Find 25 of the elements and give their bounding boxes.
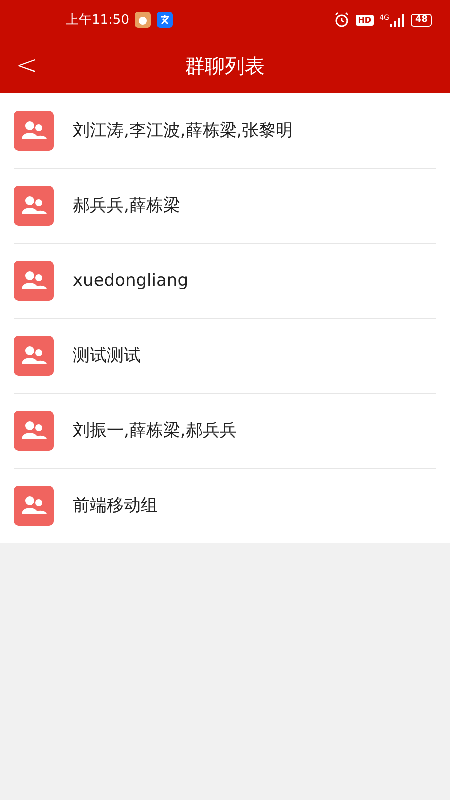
group-item[interactable]: 刘振一,薛栋梁,郝兵兵 [0, 393, 450, 468]
group-icon [14, 186, 54, 226]
group-icon [14, 336, 54, 376]
group-icon [14, 486, 54, 526]
group-item[interactable]: 刘江涛,李江波,薛栋梁,张黎明 [0, 93, 450, 168]
group-name: 测试测试 [73, 345, 141, 367]
group-icon [14, 260, 54, 300]
group-item[interactable]: 郝兵兵,薛栋梁 [0, 168, 450, 243]
battery-level: 48 [411, 14, 432, 26]
back-button[interactable]: < [12, 52, 42, 80]
hd-indicator: HD [356, 14, 374, 26]
group-item[interactable]: 前端移动组 [0, 468, 450, 543]
group-item[interactable]: 测试测试 [0, 318, 450, 393]
status-time: 上午11:50 [66, 12, 130, 29]
group-name: xuedongliang [73, 270, 188, 290]
group-name: 郝兵兵,薛栋梁 [73, 195, 180, 217]
page-title: 群聊列表 [185, 53, 265, 80]
group-name: 前端移动组 [73, 495, 158, 517]
alarm-icon [334, 12, 350, 28]
group-icon [14, 410, 54, 450]
group-name: 刘振一,薛栋梁,郝兵兵 [73, 420, 237, 442]
group-name: 刘江涛,李江波,薛栋梁,张黎明 [73, 120, 294, 142]
group-icon [14, 110, 54, 150]
signal-icon [389, 14, 406, 26]
group-item[interactable]: xuedongliang [0, 243, 450, 318]
